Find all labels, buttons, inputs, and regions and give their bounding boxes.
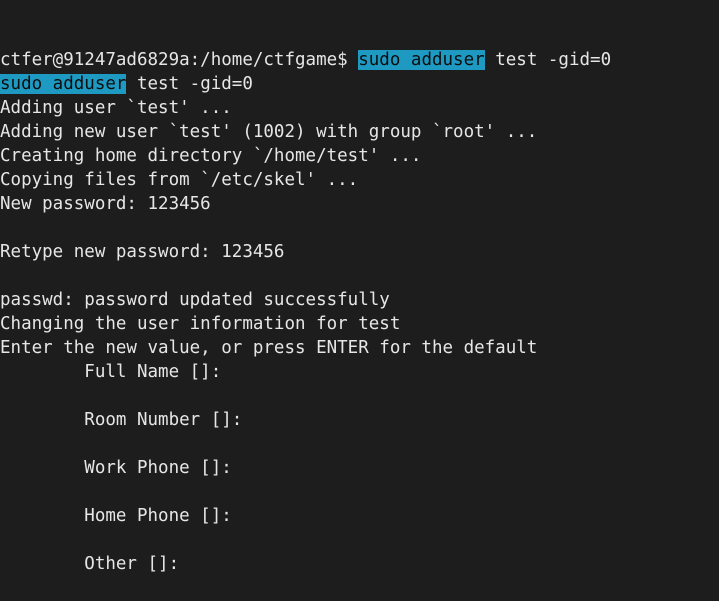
passwd-updated-line: passwd: password updated successfully: [0, 288, 719, 312]
text-segment: New password: 123456: [0, 194, 211, 214]
text-segment: Work Phone []:: [0, 458, 243, 478]
text-segment: test -gid=0: [126, 74, 253, 94]
text-segment: Adding new user `test' (1002) with group…: [0, 122, 538, 142]
creating-home-directory-line: Creating home directory `/home/test' ...: [0, 144, 719, 168]
full-name-prompt-line: Full Name []:: [0, 360, 719, 384]
other-prompt-line: Other []:: [0, 552, 719, 576]
text-segment: Other []:: [0, 554, 190, 574]
home-phone-prompt-line: Home Phone []:: [0, 504, 719, 528]
enter-new-value-line: Enter the new value, or press ENTER for …: [0, 336, 719, 360]
text-segment: Room Number []:: [0, 410, 253, 430]
text-segment: Retype new password: 123456: [0, 242, 285, 262]
selected-text: sudo adduser: [0, 74, 127, 94]
text-segment: test -gid=0: [484, 50, 612, 70]
work-phone-prompt-line: Work Phone []:: [0, 456, 719, 480]
adding-new-user-line: Adding new user `test' (1002) with group…: [0, 120, 719, 144]
room-number-prompt-line: Room Number []:: [0, 408, 719, 432]
new-password-line: New password: 123456: [0, 192, 719, 216]
terminal-output: ctfer@91247ad6829a:/home/ctfgame$ sudo a…: [0, 48, 719, 601]
text-segment: ctfer@91247ad6829a:/home/ctfgame$: [0, 50, 359, 70]
terminal-screen[interactable]: ctfer@91247ad6829a:/home/ctfgame$ sudo a…: [0, 0, 719, 601]
text-segment: Copying files from `/etc/skel' ...: [0, 170, 359, 190]
text-segment: Home Phone []:: [0, 506, 243, 526]
retype-password-line: Retype new password: 123456: [0, 240, 719, 264]
copying-files-line: Copying files from `/etc/skel' ...: [0, 168, 719, 192]
text-segment: Full Name []:: [0, 362, 232, 382]
changing-user-info-line: Changing the user information for test: [0, 312, 719, 336]
adding-user-line: Adding user `test' ...: [0, 96, 719, 120]
text-segment: Enter the new value, or press ENTER for …: [0, 338, 538, 358]
selected-text: sudo adduser: [358, 50, 485, 70]
prompt-command-line: ctfer@91247ad6829a:/home/ctfgame$ sudo a…: [0, 48, 719, 72]
text-segment: Creating home directory `/home/test' ...: [0, 146, 422, 166]
text-segment: Changing the user information for test: [0, 314, 401, 334]
text-segment: passwd: password updated successfully: [0, 290, 390, 310]
text-segment: Adding user `test' ...: [0, 98, 232, 118]
echoed-command-line: sudo adduser test -gid=0: [0, 72, 719, 96]
